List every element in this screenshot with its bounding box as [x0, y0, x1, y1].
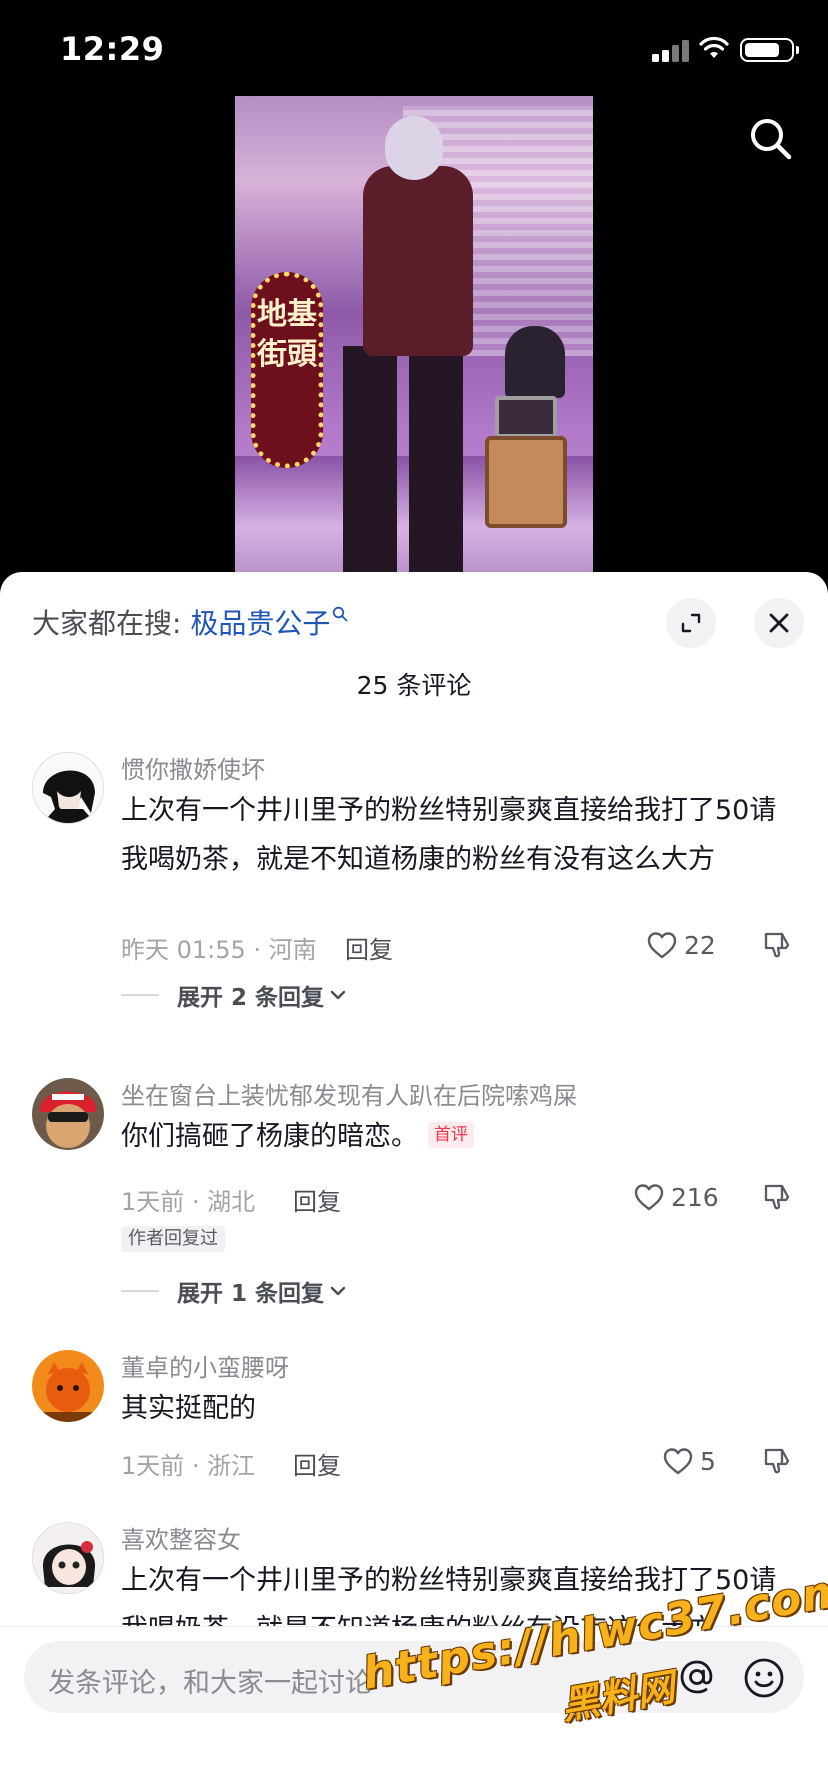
- comment-meta: 昨天 01:55 · 河南: [121, 936, 317, 964]
- close-button[interactable]: [754, 598, 804, 648]
- wifi-icon: [699, 36, 729, 58]
- like-button[interactable]: 216: [633, 1180, 719, 1214]
- chevron-down-icon: [330, 990, 346, 1000]
- signal-icon: [652, 40, 690, 62]
- avatar[interactable]: [32, 1522, 104, 1594]
- comment-text[interactable]: 你们搞砸了杨康的暗恋。 首评: [121, 1112, 791, 1161]
- heart-icon: [634, 1184, 664, 1211]
- hot-search-prefix: 大家都在搜:: [32, 607, 191, 640]
- comment-input[interactable]: 发条评论，和大家一起讨论: [24, 1641, 804, 1713]
- neon-sign: 地基街頭: [251, 272, 323, 468]
- comment-username[interactable]: 喜欢整容女: [121, 1520, 241, 1555]
- video-player[interactable]: 地基街頭: [235, 96, 593, 576]
- avatar[interactable]: [32, 1078, 104, 1150]
- like-count: 22: [684, 930, 716, 960]
- hot-search-keyword[interactable]: 极品贵公子: [190, 607, 330, 640]
- reply-button[interactable]: 回复: [293, 1446, 341, 1481]
- comment-text[interactable]: 其实挺配的: [121, 1384, 791, 1433]
- battery-icon: [740, 38, 799, 62]
- like-button[interactable]: 22: [646, 928, 716, 962]
- comment-meta: 1天前 · 湖北: [121, 1188, 256, 1216]
- expand-replies[interactable]: 展开 2 条回复: [121, 978, 346, 1012]
- expand-replies[interactable]: 展开 1 条回复: [121, 1274, 346, 1308]
- dislike-icon[interactable]: [762, 1182, 792, 1212]
- neon-sign-text: 地基街頭: [257, 297, 317, 372]
- at-icon[interactable]: [676, 1656, 718, 1698]
- comment-item: 坐在窗台上装忧郁发现有人趴在后院嗦鸡屎 你们搞砸了杨康的暗恋。 首评 1天前 · …: [0, 1076, 828, 1316]
- status-bar: 12:29: [0, 0, 828, 96]
- status-time: 12:29: [60, 30, 165, 68]
- comment-item: 惯你撒娇使坏 上次有一个井川里予的粉丝特别豪爽直接给我打了50请我喝奶茶，就是不…: [0, 750, 828, 1012]
- comment-count: 25 条评论: [356, 671, 472, 700]
- comment-meta: 1天前 · 浙江: [121, 1452, 256, 1480]
- comment-username[interactable]: 惯你撒娇使坏: [121, 750, 265, 785]
- expand-icon: [681, 613, 701, 633]
- comment-sheet: 大家都在搜: 极品贵公子 25 条评论 惯你撒娇使坏 上次有一个井川里予的粉丝特…: [0, 572, 828, 1792]
- emoji-icon[interactable]: [742, 1656, 786, 1700]
- expand-button[interactable]: [666, 598, 716, 648]
- like-count: 216: [671, 1182, 719, 1212]
- expand-replies-label: 展开 2 条回复: [177, 985, 325, 1011]
- hot-search[interactable]: 大家都在搜: 极品贵公子: [32, 602, 348, 642]
- dislike-icon[interactable]: [762, 930, 792, 960]
- reply-button[interactable]: 回复: [345, 930, 393, 965]
- search-icon: [333, 606, 348, 622]
- heart-icon: [647, 932, 677, 959]
- author-replied-tag: 作者回复过: [121, 1226, 225, 1252]
- comment-username[interactable]: 坐在窗台上装忧郁发现有人趴在后院嗦鸡屎: [121, 1076, 577, 1111]
- first-comment-badge: 首评: [428, 1122, 474, 1148]
- dislike-icon[interactable]: [762, 1446, 792, 1476]
- avatar[interactable]: [32, 1350, 104, 1422]
- comment-input-bar: 发条评论，和大家一起讨论: [0, 1626, 828, 1792]
- close-icon: [769, 613, 789, 633]
- comment-input-placeholder: 发条评论，和大家一起讨论: [48, 1668, 372, 1699]
- chevron-down-icon: [330, 1286, 346, 1296]
- avatar[interactable]: [32, 752, 104, 824]
- comment-text[interactable]: 上次有一个井川里予的粉丝特别豪爽直接给我打了50请我喝奶茶，就是不知道杨康的粉丝…: [121, 786, 791, 884]
- reply-button[interactable]: 回复: [293, 1182, 341, 1217]
- comment-username[interactable]: 董卓的小蛮腰呀: [121, 1348, 289, 1383]
- heart-icon: [663, 1448, 693, 1475]
- comment-item: 董卓的小蛮腰呀 其实挺配的 1天前 · 浙江 回复 5: [0, 1348, 828, 1481]
- expand-replies-label: 展开 1 条回复: [177, 1281, 325, 1307]
- search-icon[interactable]: [748, 116, 794, 162]
- like-button[interactable]: 5: [662, 1444, 716, 1478]
- like-count: 5: [700, 1446, 716, 1476]
